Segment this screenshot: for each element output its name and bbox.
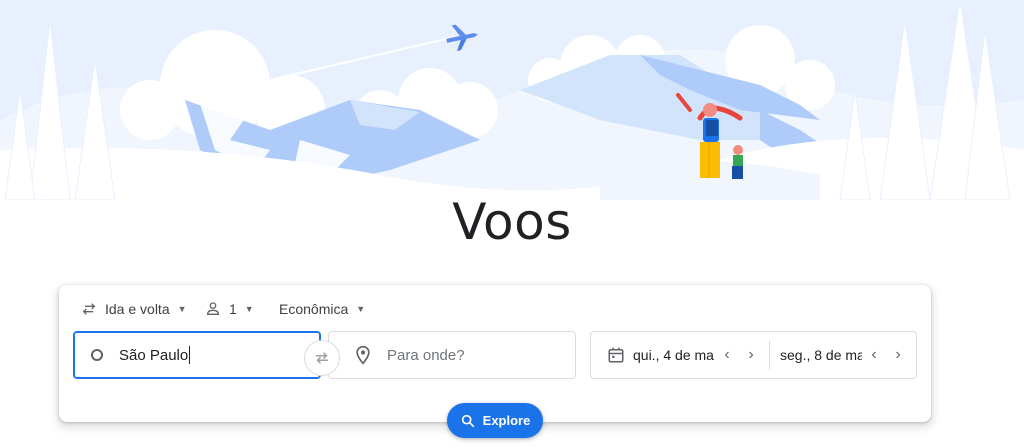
caret-down-icon: ▼ bbox=[356, 304, 366, 314]
passengers-dropdown[interactable]: 1 ▼ bbox=[205, 299, 254, 319]
passengers-count: 1 bbox=[229, 301, 237, 317]
return-date-picker[interactable]: seg., 8 de ma ‹ › bbox=[780, 332, 910, 378]
destination-field[interactable] bbox=[328, 331, 576, 379]
depart-date-picker[interactable]: qui., 4 de ma ‹ › bbox=[591, 332, 763, 378]
circle-origin-icon bbox=[91, 349, 103, 361]
chevron-right-icon[interactable]: › bbox=[886, 343, 910, 367]
dates-field[interactable]: qui., 4 de ma ‹ › seg., 8 de ma ‹ › bbox=[590, 331, 917, 379]
chevron-left-icon[interactable]: ‹ bbox=[862, 343, 886, 367]
destination-input[interactable] bbox=[385, 345, 569, 365]
depart-date-value: qui., 4 de ma bbox=[633, 347, 714, 363]
explore-label: Explore bbox=[482, 413, 531, 428]
hero-illustration bbox=[0, 0, 1024, 200]
date-divider bbox=[769, 341, 770, 369]
calendar-icon bbox=[608, 347, 624, 363]
swap-icon bbox=[316, 352, 328, 364]
text-cursor bbox=[189, 346, 191, 364]
origin-value: São Paulo bbox=[119, 346, 189, 364]
location-pin-icon bbox=[356, 345, 370, 365]
trip-type-dropdown[interactable]: Ida e volta ▼ bbox=[81, 299, 187, 319]
swap-origin-destination-button[interactable] bbox=[304, 340, 340, 376]
explore-button[interactable]: Explore bbox=[447, 403, 543, 438]
cabin-class-dropdown[interactable]: Econômica ▼ bbox=[279, 299, 365, 319]
swap-arrows-icon bbox=[82, 303, 96, 315]
caret-down-icon: ▼ bbox=[244, 304, 254, 314]
search-icon bbox=[461, 414, 474, 427]
page-title: Voos bbox=[452, 193, 572, 251]
caret-down-icon: ▼ bbox=[177, 304, 187, 314]
trip-type-label: Ida e volta bbox=[105, 301, 170, 317]
person-icon bbox=[206, 302, 220, 315]
cabin-class-label: Econômica bbox=[279, 301, 349, 317]
origin-input[interactable]: São Paulo bbox=[73, 331, 321, 379]
flight-search-card: Ida e volta ▼ 1 ▼ Econômica ▼ São Paulo bbox=[59, 285, 931, 422]
return-date-value: seg., 8 de ma bbox=[780, 347, 862, 363]
chevron-right-icon[interactable]: › bbox=[739, 343, 763, 367]
chevron-left-icon[interactable]: ‹ bbox=[715, 343, 739, 367]
